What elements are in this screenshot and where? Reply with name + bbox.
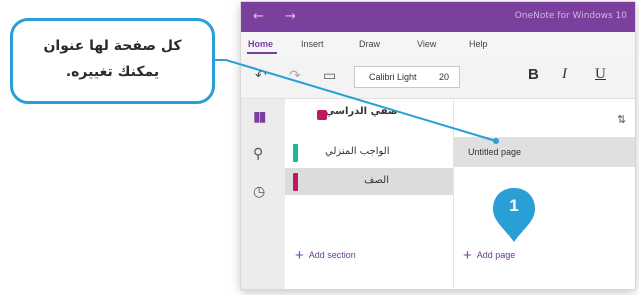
recent-icon[interactable]: ◷ xyxy=(253,184,265,200)
step-badge: 1 xyxy=(490,186,538,244)
callout-text: كل صفحة لها عنوان يمكنك تغييره. xyxy=(13,33,212,85)
navigation-rail: ▮▮ ⚲ ◷ xyxy=(241,99,285,289)
callout-line-1: كل صفحة لها عنوان xyxy=(43,38,182,54)
app-title: OneNote for Windows 10 xyxy=(514,11,627,21)
section-class[interactable]: الصف xyxy=(285,168,453,195)
underline-button[interactable]: U xyxy=(595,66,606,83)
sort-icon[interactable]: ⇅ xyxy=(617,113,626,126)
redo-icon[interactable]: ↷ xyxy=(289,68,301,84)
notebook-header[interactable]: ⌄ صفي الدراسي xyxy=(285,99,453,129)
ribbon-tabs: Home Insert Draw View Help xyxy=(241,32,635,56)
sections-pane: ⌄ صفي الدراسي الواجب المنزلي الصف + Add s… xyxy=(285,99,454,289)
tab-view[interactable]: View xyxy=(417,39,436,49)
add-section-label: Add section xyxy=(308,250,356,260)
page-title: Untitled page xyxy=(468,147,522,157)
section-color-tab xyxy=(293,173,298,191)
notebook-icon xyxy=(317,110,327,120)
active-tab-indicator xyxy=(247,52,277,54)
tab-home[interactable]: Home xyxy=(248,39,273,49)
step-number: 1 xyxy=(509,196,519,215)
font-size-field[interactable]: 20 xyxy=(439,72,449,82)
title-bar: ← → OneNote for Windows 10 xyxy=(241,2,635,32)
tab-draw[interactable]: Draw xyxy=(359,39,380,49)
section-homework[interactable]: الواجب المنزلي xyxy=(285,139,453,166)
section-label: الصف xyxy=(364,175,389,186)
tab-insert[interactable]: Insert xyxy=(301,39,324,49)
add-page-label: Add page xyxy=(476,250,516,260)
font-name-field[interactable]: Calibri Light xyxy=(369,72,417,82)
page-item-untitled[interactable]: Untitled page xyxy=(454,137,635,167)
bold-button[interactable]: B xyxy=(528,66,539,83)
formatting-toolbar: ↶ ↷ ▭ Calibri Light 20 B I U xyxy=(241,56,635,99)
forward-arrow-icon[interactable]: → xyxy=(285,9,296,24)
notebooks-icon[interactable]: ▮▮ xyxy=(253,109,266,125)
clipboard-icon[interactable]: ▭ xyxy=(323,68,336,84)
add-page-button[interactable]: + Add page xyxy=(463,247,515,264)
plus-icon: + xyxy=(463,247,472,264)
add-section-button[interactable]: + Add section xyxy=(295,247,356,264)
undo-icon[interactable]: ↶ xyxy=(255,68,267,84)
onenote-window: ← → OneNote for Windows 10 Home Insert D… xyxy=(241,2,635,289)
plus-icon: + xyxy=(295,247,304,264)
pages-pane: ⇅ Untitled page + Add page xyxy=(454,99,635,289)
section-label: الواجب المنزلي xyxy=(325,146,390,157)
callout-box: كل صفحة لها عنوان يمكنك تغييره. xyxy=(10,18,215,104)
font-selector[interactable]: Calibri Light 20 xyxy=(354,66,460,88)
search-icon[interactable]: ⚲ xyxy=(253,146,263,162)
tab-help[interactable]: Help xyxy=(469,39,488,49)
section-color-tab xyxy=(293,144,298,162)
notebook-name: صفي الدراسي xyxy=(325,106,398,117)
callout-line-2: يمكنك تغييره. xyxy=(65,64,160,80)
italic-button[interactable]: I xyxy=(562,66,567,83)
back-arrow-icon[interactable]: ← xyxy=(253,9,264,24)
